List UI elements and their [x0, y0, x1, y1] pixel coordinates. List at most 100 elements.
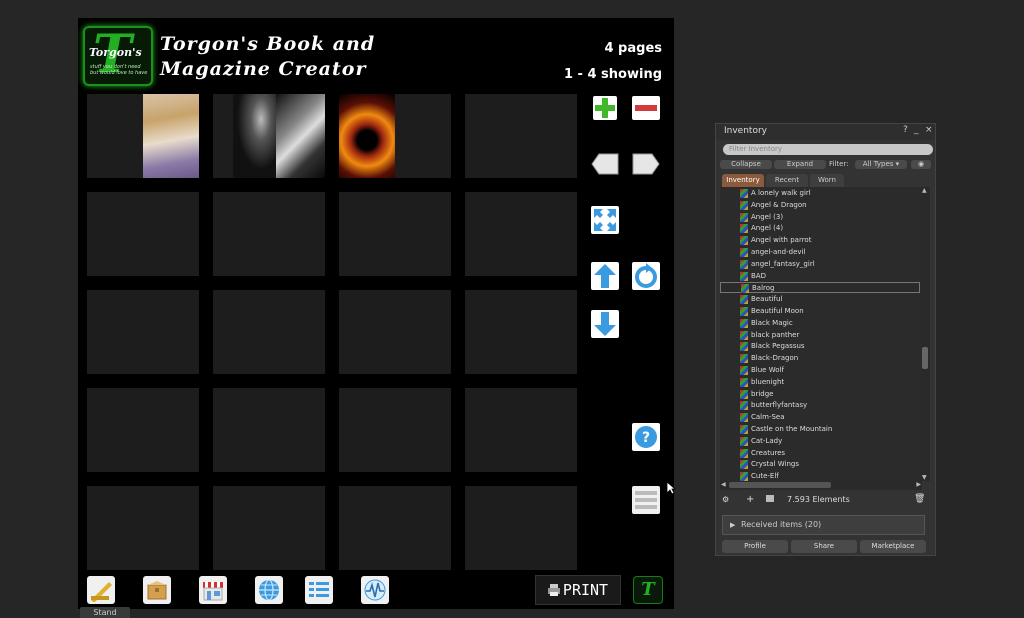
print-button[interactable]: PRINT — [535, 575, 621, 605]
list-item[interactable]: Angel with parrot — [720, 235, 920, 246]
list-item[interactable]: Black-Dragon — [720, 353, 920, 364]
list-item[interactable]: Castle on the Mountain — [720, 424, 920, 435]
gear-icon[interactable]: ⚙ — [722, 495, 729, 504]
help-icon[interactable]: ? — [903, 125, 908, 135]
tab-worn[interactable]: Worn — [810, 174, 844, 187]
ruler-button[interactable] — [87, 576, 115, 604]
page-slot[interactable] — [213, 388, 325, 472]
list-item[interactable]: angel_fantasy_girl — [720, 259, 920, 270]
list-item-label: Beautiful — [751, 295, 783, 304]
page-slot[interactable] — [213, 192, 325, 276]
horizontal-scroll-thumb[interactable] — [729, 482, 831, 488]
remove-page-button[interactable] — [632, 94, 660, 122]
list-item[interactable]: Beautiful Moon — [720, 306, 920, 317]
fullscreen-button[interactable] — [591, 206, 619, 234]
list-item[interactable]: Beautiful — [720, 294, 920, 305]
view-options-button[interactable]: ◉ — [911, 160, 931, 169]
list-menu-button[interactable] — [632, 486, 660, 514]
list-item[interactable]: Balrog — [720, 282, 920, 294]
scroll-down-icon[interactable]: ▼ — [922, 474, 927, 481]
list-item[interactable]: Angel & Dragon — [720, 200, 920, 211]
globe-button[interactable] — [255, 576, 283, 604]
add-icon[interactable]: + — [746, 494, 754, 505]
page-slot[interactable] — [213, 94, 325, 178]
inventory-title: Inventory — [724, 126, 767, 136]
vertical-scrollbar[interactable]: ▲ ▼ — [921, 187, 930, 481]
scroll-right-icon[interactable]: ▶ — [916, 481, 921, 488]
list-item[interactable]: BAD — [720, 271, 920, 282]
page-slot[interactable] — [339, 388, 451, 472]
refresh-button[interactable] — [632, 262, 660, 290]
help-button[interactable]: ? — [632, 423, 660, 451]
list-item-label: Calm-Sea — [751, 413, 785, 422]
title-line1: Torgon's Book and — [160, 33, 376, 55]
profile-button[interactable]: Profile — [722, 540, 788, 553]
shop-button[interactable] — [199, 576, 227, 604]
tab-recent[interactable]: Recent — [766, 174, 808, 187]
scroll-left-icon[interactable]: ◀ — [721, 481, 726, 488]
received-items-panel[interactable]: ▶ Received items (20) — [722, 515, 925, 535]
page-slot[interactable] — [465, 192, 577, 276]
scroll-up-icon[interactable]: ▲ — [922, 187, 927, 194]
list-item[interactable]: Crystal Wings — [720, 459, 920, 470]
box-button[interactable] — [143, 576, 171, 604]
horizontal-scrollbar[interactable]: ◀ ▶ — [720, 481, 922, 490]
list-item[interactable]: A lonely walk girl — [720, 188, 920, 199]
folder-icon[interactable] — [766, 495, 774, 502]
move-down-button[interactable] — [591, 310, 619, 338]
move-up-button[interactable] — [591, 262, 619, 290]
list-item[interactable]: Blue Wolf — [720, 365, 920, 376]
page-slot[interactable] — [465, 388, 577, 472]
inventory-list: A lonely walk girl Angel & Dragon Angel (3… — [720, 187, 922, 481]
page-slot[interactable] — [87, 388, 199, 472]
inventory-titlebar[interactable]: Inventory ? _ × — [716, 124, 935, 140]
add-page-button[interactable] — [591, 94, 619, 122]
texture-icon — [740, 460, 748, 470]
minimize-icon[interactable]: _ — [914, 125, 919, 135]
list-item[interactable]: Creatures — [720, 448, 920, 459]
waveform-button[interactable] — [361, 576, 389, 604]
page-slot[interactable] — [339, 486, 451, 570]
list-item[interactable]: bridge — [720, 389, 920, 400]
list-item[interactable]: black panther — [720, 330, 920, 341]
page-slot[interactable] — [339, 94, 451, 178]
next-page-button[interactable] — [632, 150, 660, 178]
list-button[interactable] — [305, 576, 333, 604]
page-slot[interactable] — [213, 290, 325, 374]
page-slot[interactable] — [465, 94, 577, 178]
list-item[interactable]: bluenight — [720, 377, 920, 388]
share-button[interactable]: Share — [791, 540, 857, 553]
page-slot[interactable] — [213, 486, 325, 570]
tab-inventory[interactable]: Inventory — [722, 174, 764, 187]
marketplace-button[interactable]: Marketplace — [860, 540, 926, 553]
page-slot[interactable] — [465, 290, 577, 374]
collapse-button[interactable]: Collapse — [720, 160, 772, 169]
page-slot[interactable] — [87, 290, 199, 374]
trash-icon[interactable]: 🗑 — [914, 494, 925, 504]
page-slot[interactable] — [465, 486, 577, 570]
list-item[interactable]: Cute-Elf — [720, 471, 920, 481]
list-item[interactable]: angel-and-devil — [720, 247, 920, 258]
list-item[interactable]: butterflyfantasy — [720, 400, 920, 411]
list-item[interactable]: Angel (3) — [720, 212, 920, 223]
stand-button[interactable]: Stand — [80, 607, 130, 618]
page-slot[interactable] — [339, 290, 451, 374]
print-label: PRINT — [562, 581, 609, 599]
page-slot[interactable] — [87, 486, 199, 570]
previous-page-button[interactable] — [591, 150, 619, 178]
page-slot[interactable] — [87, 94, 199, 178]
page-slot[interactable] — [87, 192, 199, 276]
list-item[interactable]: Cat-Lady — [720, 436, 920, 447]
texture-icon — [740, 212, 748, 222]
type-filter-select[interactable]: All Types ▾ — [855, 160, 907, 169]
filter-input[interactable]: Filter Inventory — [723, 144, 933, 155]
close-icon[interactable]: × — [925, 125, 933, 135]
list-item[interactable]: Black Pegassus — [720, 341, 920, 352]
list-item[interactable]: Calm-Sea — [720, 412, 920, 423]
page-counter: 4 pages 1 - 4 showing — [512, 36, 662, 88]
expand-button[interactable]: Expand — [774, 160, 826, 169]
list-item[interactable]: Black Magic — [720, 318, 920, 329]
list-item[interactable]: Angel (4) — [720, 223, 920, 234]
vertical-scroll-thumb[interactable] — [922, 347, 928, 369]
page-slot[interactable] — [339, 192, 451, 276]
